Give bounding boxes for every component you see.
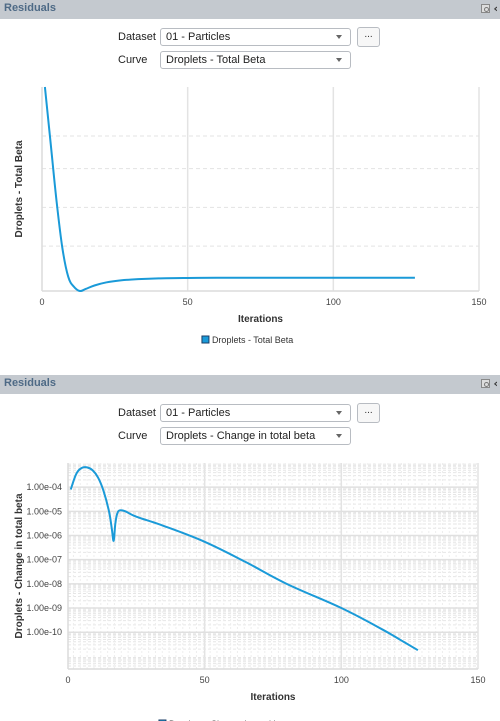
chart-change-in-total-beta: 0 50 100 150 1.00e-04 1.00e-05 1.00e-06 1.00e-0… — [14, 463, 486, 721]
curve-row: Curve Droplets - Change in total beta — [118, 427, 351, 445]
panel-title: Residuals — [4, 377, 56, 389]
chevron-down-icon — [336, 58, 342, 62]
x-tick-label: 100 — [326, 297, 341, 307]
x-tick-label: 50 — [183, 297, 193, 307]
curve-select[interactable]: Droplets - Change in total beta — [160, 427, 351, 445]
y-axis-label: Droplets - Total Beta — [14, 140, 25, 237]
curve-label: Curve — [118, 54, 148, 66]
x-tick-label: 50 — [200, 675, 210, 685]
dataset-row: Dataset 01 - Particles ... — [118, 403, 380, 423]
curve-row: Curve Droplets - Total Beta — [118, 51, 351, 69]
x-axis-label: Iterations — [238, 314, 283, 325]
curve-select[interactable]: Droplets - Total Beta — [160, 51, 351, 69]
dataset-label: Dataset — [118, 31, 156, 43]
curve-value: Droplets - Change in total beta — [166, 430, 316, 442]
y-tick-label: 1.00e-04 — [26, 482, 62, 492]
more-button[interactable]: ... — [357, 27, 380, 47]
y-axis-label: Droplets - Change in total beta — [14, 493, 25, 638]
x-tick-label: 0 — [65, 675, 70, 685]
dataset-row: Dataset 01 - Particles ... — [118, 27, 380, 47]
series-line — [43, 86, 415, 293]
dataset-select[interactable]: 01 - Particles — [160, 404, 351, 422]
panel-header: Residuals ‹ — [0, 375, 500, 394]
restore-icon[interactable] — [481, 379, 491, 388]
collapse-icon[interactable]: ‹ — [493, 378, 498, 389]
x-tick-label: 100 — [334, 675, 349, 685]
residuals-panel-2: Residuals ‹ Dataset 01 - Particles ... C… — [0, 375, 500, 445]
dataset-label: Dataset — [118, 407, 156, 419]
y-tick-label: 1.00e-07 — [26, 555, 62, 565]
dataset-select[interactable]: 01 - Particles — [160, 28, 351, 46]
x-tick-label: 150 — [470, 675, 485, 685]
y-tick-label: 1.00e-08 — [26, 579, 62, 589]
x-tick-label: 0 — [39, 297, 44, 307]
dataset-value: 01 - Particles — [166, 407, 231, 419]
y-tick-label: 1.00e-09 — [26, 603, 62, 613]
legend-label: Droplets - Total Beta — [212, 335, 293, 345]
y-tick-label: 1.00e-10 — [26, 627, 62, 637]
collapse-icon[interactable]: ‹ — [493, 3, 498, 14]
restore-icon[interactable] — [481, 4, 491, 13]
curve-value: Droplets - Total Beta — [166, 54, 266, 66]
curve-label: Curve — [118, 430, 148, 442]
dataset-value: 01 - Particles — [166, 31, 231, 43]
panel-header: Residuals ‹ — [0, 0, 500, 19]
chevron-down-icon — [336, 35, 342, 39]
chart-total-beta: 0 50 100 150 Iterations Droplets - Total Beta… — [14, 86, 487, 345]
chevron-down-icon — [336, 411, 342, 415]
x-axis-label: Iterations — [250, 692, 295, 703]
y-tick-label: 1.00e-06 — [26, 531, 62, 541]
more-button[interactable]: ... — [357, 403, 380, 423]
panel-title: Residuals — [4, 2, 56, 14]
legend-swatch — [201, 335, 210, 344]
x-tick-label: 150 — [471, 297, 486, 307]
residuals-panel-1: Residuals ‹ Dataset 01 - Particles ... C… — [0, 0, 500, 69]
chevron-down-icon — [336, 434, 342, 438]
y-tick-label: 1.00e-05 — [26, 506, 62, 516]
